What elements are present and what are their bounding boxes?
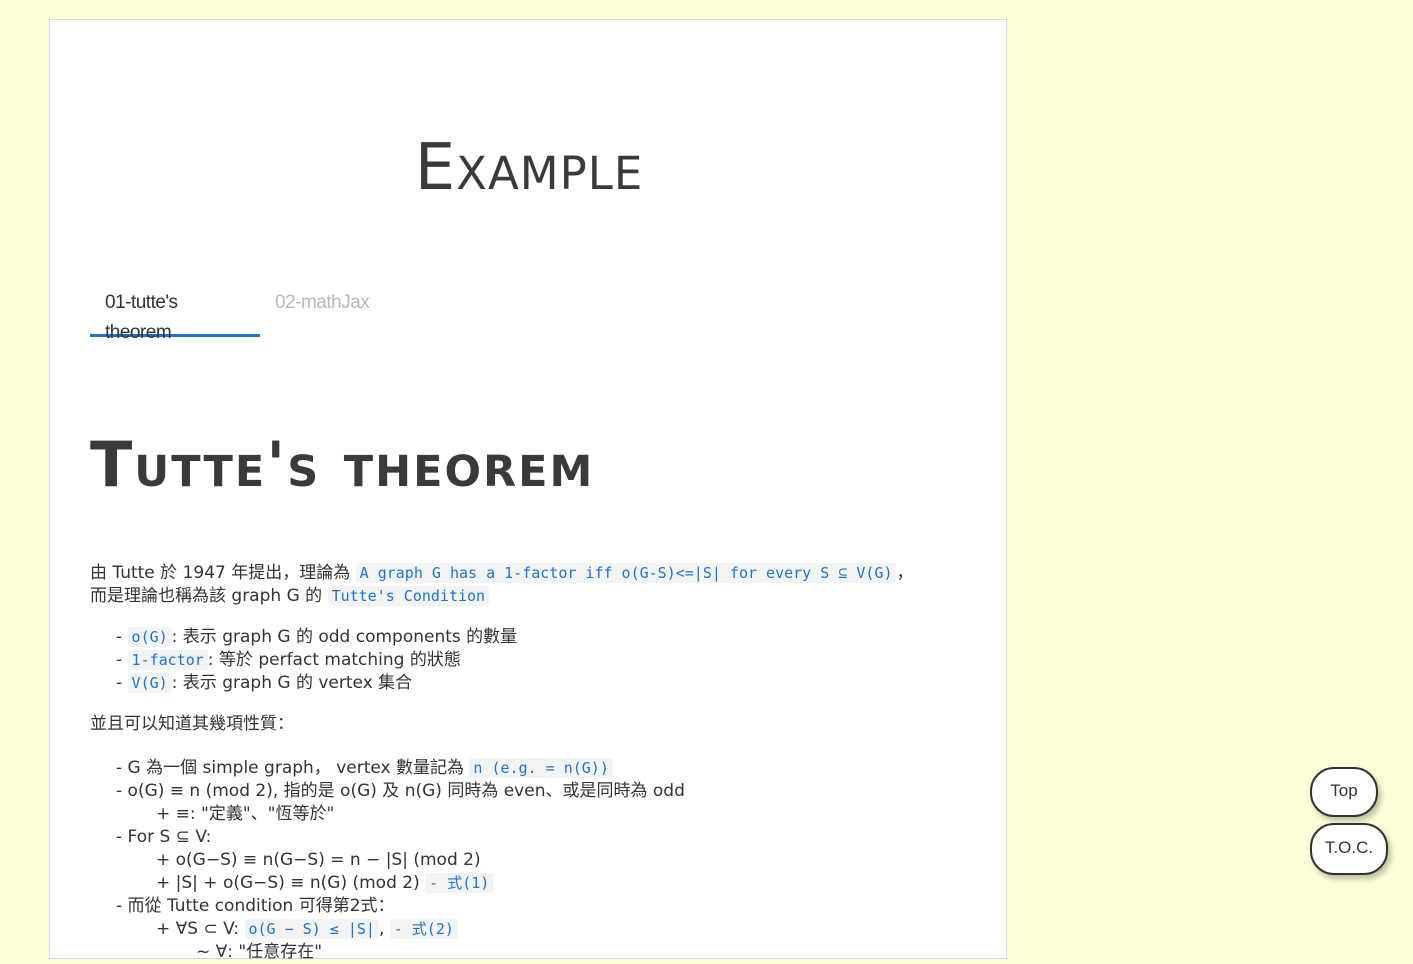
list-item: - 而從 Tutte condition 可得第2式： [116,896,395,916]
def-code: V(G) [127,673,172,693]
list-item: - 1-factor: 等於 perfact matching 的狀態 [116,650,461,670]
list-item: - For S ⊆ V: [116,827,212,847]
condition-code: Tutte's Condition [327,586,490,606]
prop-text: + ∀S ⊂ V: [156,919,245,939]
content-card: Example 01-tutte's theorem 02-mathJax Tu… [49,19,1007,962]
intro-paragraph: 由 Tutte 於 1947 年提出，理論為 A graph G has a 1… [90,562,970,608]
back-to-top-button[interactable]: Top [1310,767,1378,817]
list-item: - o(G) ≡ n (mod 2), 指的是 o(G) 及 n(G) 同時為 … [116,781,685,801]
def-text: : 表示 graph G 的 odd components 的數量 [171,627,518,647]
theorem-code: A graph G has a 1-factor iff o(G-S)<=|S|… [355,563,897,583]
intro-text-2: 而是理論也稱為該 graph G 的 [90,586,328,606]
def-text: : 表示 graph G 的 vertex 集合 [171,673,413,693]
intro-text: 由 Tutte 於 1947 年提出，理論為 [90,563,356,583]
list-item: - G 為一個 simple graph， vertex 數量記為 n (e.g… [116,757,970,780]
prop-code: o(G − S) ≤ |S| [244,919,379,939]
article-heading: Tutte's theorem [90,428,595,501]
list-subitem: + |S| + o(G−S) ≡ n(G) (mod 2) - 式(1) [156,872,970,895]
def-text: : 等於 perfact matching 的狀態 [207,650,461,670]
toc-button[interactable]: T.O.C. [1310,823,1388,875]
prop-text: + |S| + o(G−S) ≡ n(G) (mod 2) [156,873,426,893]
properties-intro: 並且可以知道其幾項性質： [90,714,294,734]
intro-sep: ， [896,563,914,583]
tab-mathjax[interactable]: 02-mathJax [260,288,384,334]
list-subitem: + ≡: "定義"、"恆等於" [156,804,335,824]
list-subitem: ~ ∀: "任意存在" [196,942,323,962]
def-code: o(G) [127,627,172,647]
list-subitem: + ∀S ⊂ V: o(G − S) ≤ |S|, - 式(2) [156,918,970,941]
tab-bar: 01-tutte's theorem 02-mathJax [90,288,384,343]
list-item: - o(G): 表示 graph G 的 odd components 的數量 [116,627,518,647]
prop-sep: , [378,919,390,939]
prop-code: n (e.g. = n(G)) [469,758,613,778]
list-subitem: + o(G−S) ≡ n(G−S) = n − |S| (mod 2) [156,850,481,870]
prop-code: - 式(2) [389,919,458,939]
def-code: 1-factor [127,650,208,670]
list-item: - V(G): 表示 graph G 的 vertex 集合 [116,673,413,693]
tab-tuttes-theorem[interactable]: 01-tutte's theorem [90,288,260,343]
properties-list: - G 為一個 simple graph， vertex 數量記為 n (e.g… [116,757,970,964]
page-title: Example [414,131,644,205]
prop-text: - G 為一個 simple graph， vertex 數量記為 [116,758,470,778]
article: Tutte's theorem 由 Tutte 於 1947 年提出，理論為 A… [90,412,970,964]
prop-code: - 式(1) [425,873,494,893]
definition-list: - o(G): 表示 graph G 的 odd components 的數量 … [116,626,970,695]
